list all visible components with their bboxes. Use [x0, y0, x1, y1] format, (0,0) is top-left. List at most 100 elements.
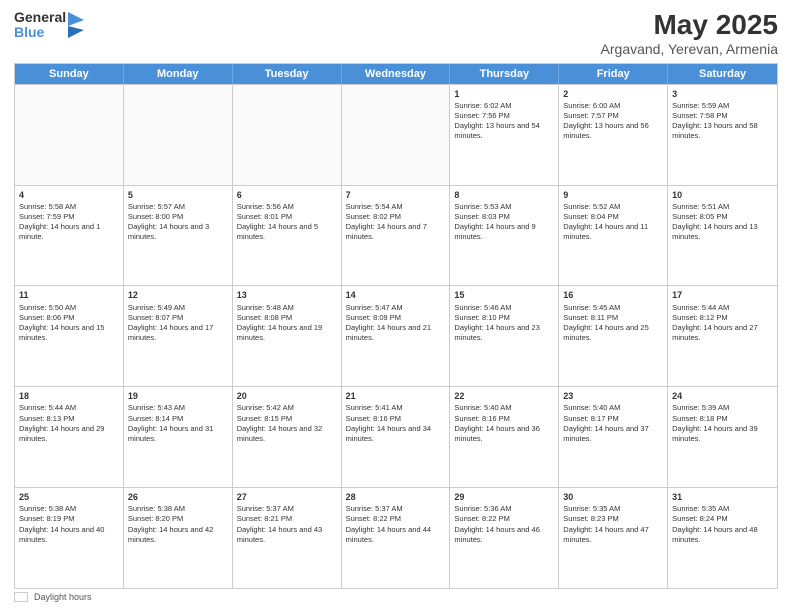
daylight-text: Daylight: 14 hours and 1 minute. [19, 222, 119, 242]
sunset-text: Sunset: 8:19 PM [19, 514, 119, 524]
cal-cell: 26Sunrise: 5:38 AMSunset: 8:20 PMDayligh… [124, 488, 233, 588]
daylight-text: Daylight: 13 hours and 56 minutes. [563, 121, 663, 141]
cal-cell: 18Sunrise: 5:44 AMSunset: 8:13 PMDayligh… [15, 387, 124, 487]
cal-cell: 28Sunrise: 5:37 AMSunset: 8:22 PMDayligh… [342, 488, 451, 588]
sunrise-text: Sunrise: 5:53 AM [454, 202, 554, 212]
cal-cell: 30Sunrise: 5:35 AMSunset: 8:23 PMDayligh… [559, 488, 668, 588]
cal-cell: 19Sunrise: 5:43 AMSunset: 8:14 PMDayligh… [124, 387, 233, 487]
cal-cell [124, 85, 233, 185]
day-number: 4 [19, 189, 119, 201]
cal-cell: 17Sunrise: 5:44 AMSunset: 8:12 PMDayligh… [668, 286, 777, 386]
cal-cell: 3Sunrise: 5:59 AMSunset: 7:58 PMDaylight… [668, 85, 777, 185]
calendar-header-row: SundayMondayTuesdayWednesdayThursdayFrid… [15, 64, 777, 84]
day-number: 28 [346, 491, 446, 503]
sunset-text: Sunset: 8:05 PM [672, 212, 773, 222]
sunset-text: Sunset: 8:16 PM [346, 414, 446, 424]
daylight-text: Daylight: 14 hours and 29 minutes. [19, 424, 119, 444]
sunrise-text: Sunrise: 5:51 AM [672, 202, 773, 212]
daylight-text: Daylight: 13 hours and 58 minutes. [672, 121, 773, 141]
day-number: 9 [563, 189, 663, 201]
sunrise-text: Sunrise: 5:58 AM [19, 202, 119, 212]
sunrise-text: Sunrise: 5:54 AM [346, 202, 446, 212]
title-block: May 2025 Argavand, Yerevan, Armenia [601, 10, 778, 57]
calendar-body: 1Sunrise: 6:02 AMSunset: 7:56 PMDaylight… [15, 84, 777, 588]
daylight-label: Daylight hours [34, 592, 92, 602]
sunrise-text: Sunrise: 5:41 AM [346, 403, 446, 413]
sunrise-text: Sunrise: 5:50 AM [19, 303, 119, 313]
cal-cell: 1Sunrise: 6:02 AMSunset: 7:56 PMDaylight… [450, 85, 559, 185]
daylight-text: Daylight: 14 hours and 37 minutes. [563, 424, 663, 444]
cal-header-monday: Monday [124, 64, 233, 84]
daylight-text: Daylight: 14 hours and 7 minutes. [346, 222, 446, 242]
sunrise-text: Sunrise: 5:43 AM [128, 403, 228, 413]
sunrise-text: Sunrise: 5:47 AM [346, 303, 446, 313]
daylight-text: Daylight: 14 hours and 44 minutes. [346, 525, 446, 545]
calendar: SundayMondayTuesdayWednesdayThursdayFrid… [14, 63, 778, 589]
sunrise-text: Sunrise: 5:37 AM [237, 504, 337, 514]
daylight-text: Daylight: 14 hours and 43 minutes. [237, 525, 337, 545]
sunset-text: Sunset: 7:59 PM [19, 212, 119, 222]
daylight-text: Daylight: 14 hours and 27 minutes. [672, 323, 773, 343]
cal-header-sunday: Sunday [15, 64, 124, 84]
sunset-text: Sunset: 8:24 PM [672, 514, 773, 524]
sunset-text: Sunset: 8:22 PM [346, 514, 446, 524]
sunset-text: Sunset: 8:13 PM [19, 414, 119, 424]
cal-cell: 15Sunrise: 5:46 AMSunset: 8:10 PMDayligh… [450, 286, 559, 386]
cal-cell: 11Sunrise: 5:50 AMSunset: 8:06 PMDayligh… [15, 286, 124, 386]
cal-cell: 9Sunrise: 5:52 AMSunset: 8:04 PMDaylight… [559, 186, 668, 286]
logo-blue: Blue [14, 25, 66, 40]
day-number: 8 [454, 189, 554, 201]
cal-week-3: 11Sunrise: 5:50 AMSunset: 8:06 PMDayligh… [15, 285, 777, 386]
cal-cell: 20Sunrise: 5:42 AMSunset: 8:15 PMDayligh… [233, 387, 342, 487]
sunset-text: Sunset: 8:10 PM [454, 313, 554, 323]
day-number: 12 [128, 289, 228, 301]
daylight-text: Daylight: 14 hours and 3 minutes. [128, 222, 228, 242]
sunset-text: Sunset: 8:04 PM [563, 212, 663, 222]
daylight-text: Daylight: 14 hours and 19 minutes. [237, 323, 337, 343]
day-number: 21 [346, 390, 446, 402]
daylight-text: Daylight: 14 hours and 31 minutes. [128, 424, 228, 444]
day-number: 1 [454, 88, 554, 100]
cal-cell: 27Sunrise: 5:37 AMSunset: 8:21 PMDayligh… [233, 488, 342, 588]
daylight-text: Daylight: 14 hours and 21 minutes. [346, 323, 446, 343]
day-number: 2 [563, 88, 663, 100]
day-number: 19 [128, 390, 228, 402]
sunrise-text: Sunrise: 6:02 AM [454, 101, 554, 111]
cal-cell [15, 85, 124, 185]
sunrise-text: Sunrise: 5:36 AM [454, 504, 554, 514]
sunrise-text: Sunrise: 5:57 AM [128, 202, 228, 212]
cal-week-5: 25Sunrise: 5:38 AMSunset: 8:19 PMDayligh… [15, 487, 777, 588]
daylight-text: Daylight: 13 hours and 54 minutes. [454, 121, 554, 141]
cal-cell: 25Sunrise: 5:38 AMSunset: 8:19 PMDayligh… [15, 488, 124, 588]
logo-triangle-icon [68, 12, 84, 38]
daylight-text: Daylight: 14 hours and 34 minutes. [346, 424, 446, 444]
day-number: 27 [237, 491, 337, 503]
sunset-text: Sunset: 8:03 PM [454, 212, 554, 222]
cal-week-4: 18Sunrise: 5:44 AMSunset: 8:13 PMDayligh… [15, 386, 777, 487]
day-number: 10 [672, 189, 773, 201]
cal-header-saturday: Saturday [668, 64, 777, 84]
daylight-text: Daylight: 14 hours and 13 minutes. [672, 222, 773, 242]
daylight-swatch [14, 592, 28, 602]
sunrise-text: Sunrise: 5:56 AM [237, 202, 337, 212]
day-number: 30 [563, 491, 663, 503]
day-number: 13 [237, 289, 337, 301]
daylight-text: Daylight: 14 hours and 15 minutes. [19, 323, 119, 343]
cal-cell [342, 85, 451, 185]
daylight-text: Daylight: 14 hours and 32 minutes. [237, 424, 337, 444]
day-number: 31 [672, 491, 773, 503]
cal-cell: 6Sunrise: 5:56 AMSunset: 8:01 PMDaylight… [233, 186, 342, 286]
day-number: 17 [672, 289, 773, 301]
cal-cell: 24Sunrise: 5:39 AMSunset: 8:18 PMDayligh… [668, 387, 777, 487]
sunrise-text: Sunrise: 5:42 AM [237, 403, 337, 413]
page-title: May 2025 [601, 10, 778, 41]
cal-cell: 29Sunrise: 5:36 AMSunset: 8:22 PMDayligh… [450, 488, 559, 588]
cal-cell: 10Sunrise: 5:51 AMSunset: 8:05 PMDayligh… [668, 186, 777, 286]
sunset-text: Sunset: 8:18 PM [672, 414, 773, 424]
cal-cell: 12Sunrise: 5:49 AMSunset: 8:07 PMDayligh… [124, 286, 233, 386]
sunrise-text: Sunrise: 5:40 AM [563, 403, 663, 413]
sunset-text: Sunset: 8:07 PM [128, 313, 228, 323]
sunrise-text: Sunrise: 5:38 AM [19, 504, 119, 514]
cal-cell [233, 85, 342, 185]
cal-cell: 14Sunrise: 5:47 AMSunset: 8:09 PMDayligh… [342, 286, 451, 386]
